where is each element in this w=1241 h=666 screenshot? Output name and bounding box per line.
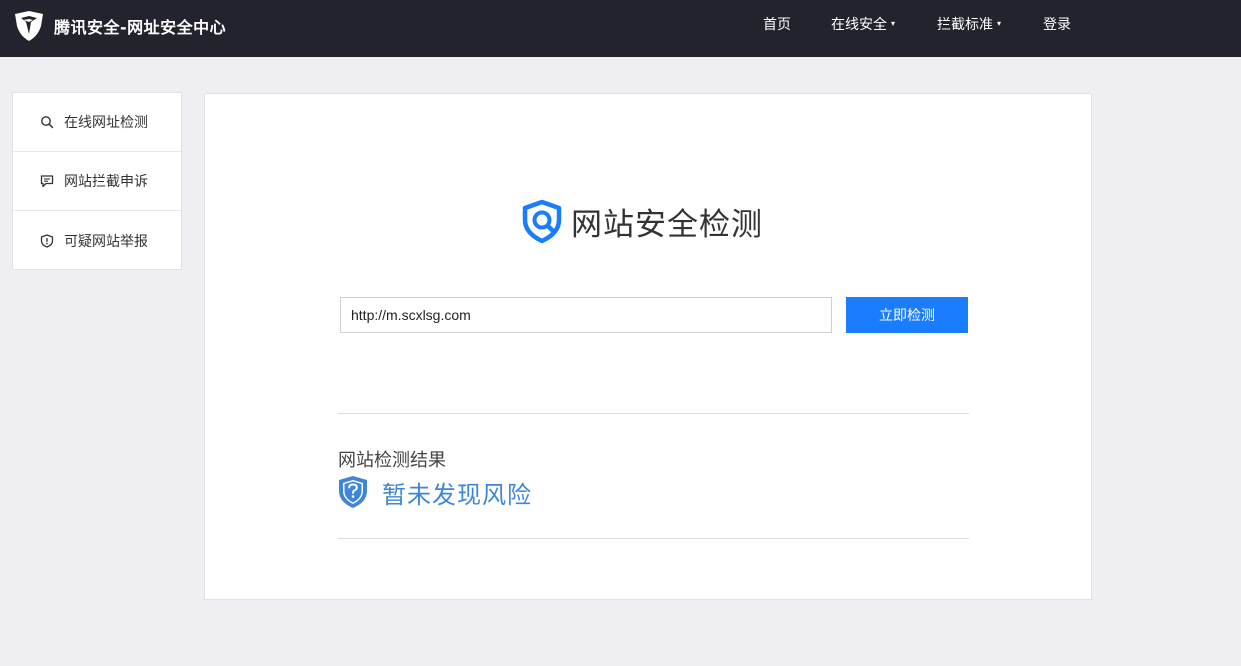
sidebar-item-block-appeal[interactable]: 网站拦截申诉: [13, 152, 181, 211]
divider: [338, 538, 969, 539]
chevron-down-icon: ▾: [891, 19, 896, 28]
brand[interactable]: 腾讯安全-网址安全中心: [12, 9, 226, 43]
nav-online-security[interactable]: 在线安全 ▾: [831, 0, 895, 50]
result-section-label: 网站检测结果: [338, 450, 446, 471]
nav-home[interactable]: 首页: [763, 0, 791, 50]
sidebar-item-label: 在线网址检测: [64, 115, 148, 131]
sidebar: 在线网址检测 网站拦截申诉 可疑网站举报: [12, 92, 182, 270]
alert-shield-icon: [40, 233, 54, 248]
sidebar-item-url-check[interactable]: 在线网址检测: [13, 93, 181, 152]
main-panel: 网站安全检测 立即检测 网站检测结果 暂未发现风险: [204, 93, 1092, 600]
url-input[interactable]: [340, 297, 832, 333]
result-status: 暂未发现风险: [338, 474, 532, 510]
sidebar-item-report-site[interactable]: 可疑网站举报: [13, 211, 181, 270]
nav-home-label: 首页: [763, 17, 791, 33]
top-navbar: 腾讯安全-网址安全中心 首页 在线安全 ▾ 拦截标准 ▾ 登录: [0, 0, 1241, 57]
page-title: 网站安全检测: [519, 198, 763, 244]
brand-name: 腾讯安全-网址安全中心: [54, 18, 227, 37]
question-shield-icon: [339, 476, 367, 508]
search-icon: [41, 116, 54, 129]
result-status-text: 暂未发现风险: [382, 480, 532, 509]
chat-bubble-icon: [40, 175, 54, 188]
chevron-down-icon: ▾: [997, 19, 1002, 28]
shield-search-icon: [522, 199, 562, 244]
nav-login[interactable]: 登录: [1043, 0, 1071, 50]
sidebar-item-label: 可疑网站举报: [64, 233, 148, 250]
divider: [338, 413, 969, 414]
sidebar-item-label: 网站拦截申诉: [64, 174, 148, 190]
nav-block-standards-label: 拦截标准: [937, 17, 993, 33]
nav-login-label: 登录: [1043, 17, 1071, 33]
tencent-security-logo-icon: [15, 11, 43, 41]
check-now-button[interactable]: 立即检测: [846, 297, 968, 333]
nav-online-security-label: 在线安全: [831, 17, 887, 33]
nav-block-standards[interactable]: 拦截标准 ▾: [937, 0, 1001, 50]
page-title-text: 网站安全检测: [571, 206, 763, 243]
